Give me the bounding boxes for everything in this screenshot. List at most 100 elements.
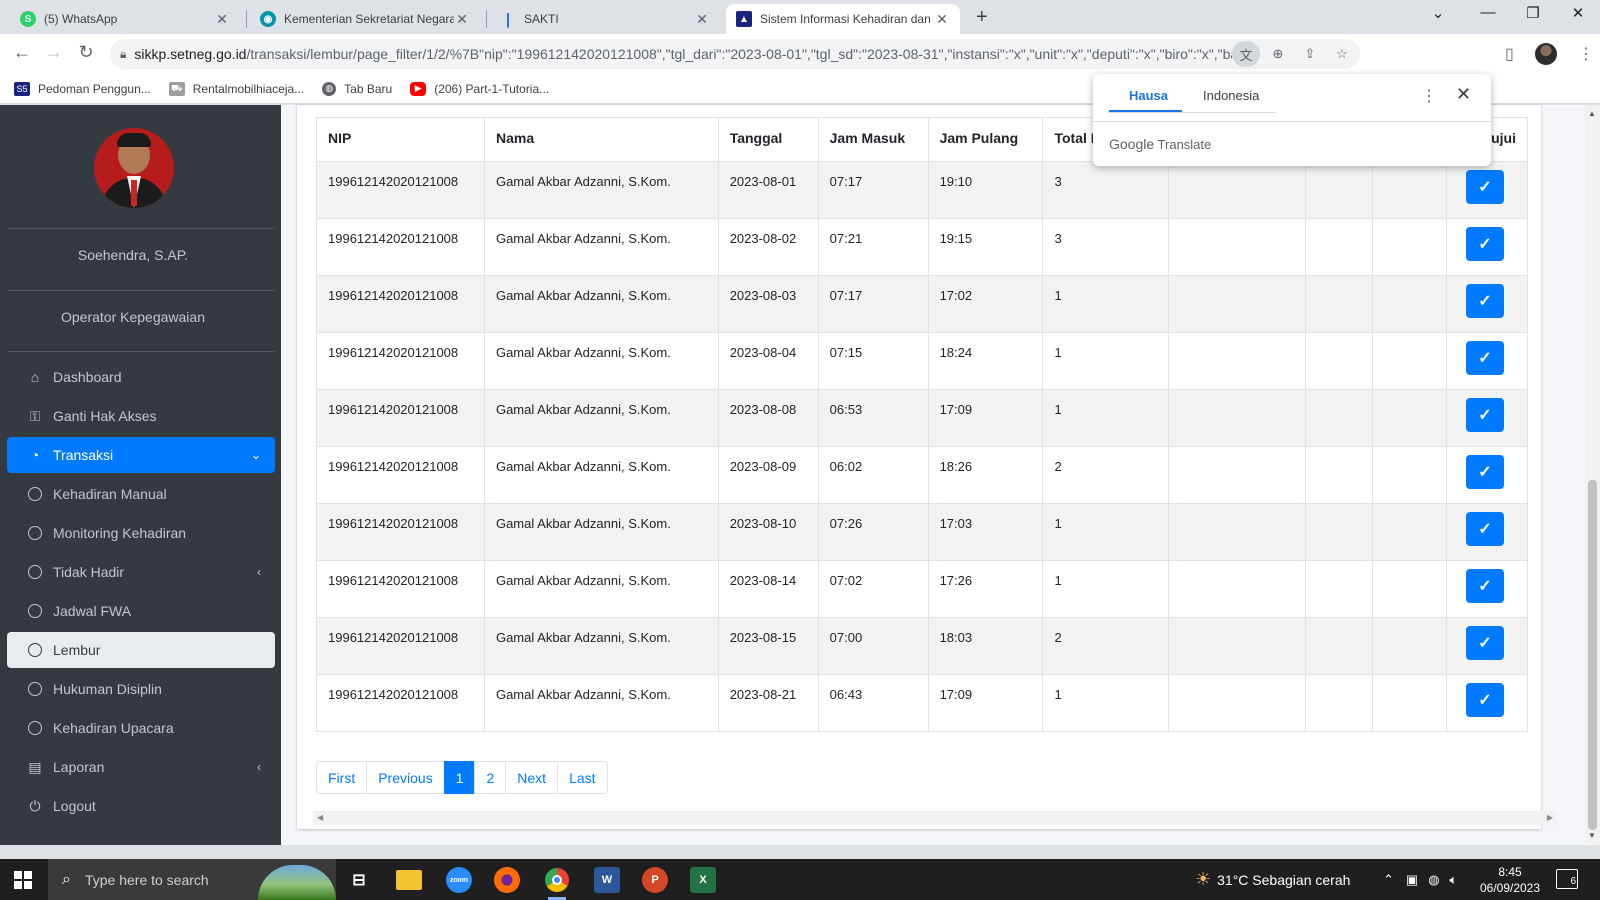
chrome-icon[interactable] — [544, 867, 570, 900]
meet-now-icon[interactable]: ▣ — [1406, 872, 1418, 888]
menu-kebab-icon[interactable]: ⋮ — [1578, 44, 1594, 64]
sidebar-item-monitoring-kehadiran[interactable]: Monitoring Kehadiran — [7, 515, 275, 551]
scroll-left-icon[interactable]: ◀ — [317, 813, 323, 822]
approve-button[interactable]: ✓ — [1465, 341, 1504, 375]
bookmark-item[interactable]: ⛟ Rentalmobilhiaceja... — [168, 81, 304, 96]
close-icon[interactable]: ✕ — [934, 11, 950, 28]
close-icon[interactable]: ✕ — [214, 11, 230, 28]
sidebar-item-ganti-hak-akses[interactable]: ⚿ Ganti Hak Akses — [7, 398, 275, 434]
nip-cell: 199612142020121008 — [316, 617, 485, 675]
address-bar[interactable]: 🔒︎ sikkp.setneg.go.id/transaksi/lembur/p… — [110, 39, 1360, 69]
firefox-icon[interactable] — [494, 867, 520, 893]
bookmark-item[interactable]: ▶ (206) Part-1-Tutoria... — [410, 81, 549, 96]
scrollbar-thumb[interactable] — [1588, 480, 1597, 830]
scroll-down-icon[interactable]: ▼ — [1588, 831, 1596, 840]
forward-icon[interactable]: → — [42, 42, 66, 63]
report-icon: ▤ — [28, 758, 42, 775]
new-tab-icon[interactable]: + — [976, 6, 988, 29]
sidebar-item-hukuman-disiplin[interactable]: Hukuman Disiplin — [7, 671, 275, 707]
youtube-icon: ▶ — [410, 81, 427, 96]
table-row: 199612142020121008 Gamal Akbar Adzanni, S… — [316, 560, 1529, 618]
tab-sikkp[interactable]: ▲ Sistem Informasi Kehadiran dan T ✕ — [726, 4, 960, 34]
side-panel-icon[interactable]: ▯ — [1505, 44, 1514, 64]
approve-button[interactable]: ✓ — [1465, 170, 1504, 204]
taskbar-clock[interactable]: 8:45 06/09/2023 — [1475, 864, 1545, 896]
tab-whatsapp[interactable]: S (5) WhatsApp ✕ — [10, 4, 240, 34]
bookmark-star-icon[interactable]: ☆ — [1328, 41, 1356, 67]
sidebar-item-kehadiran-upacara[interactable]: Kehadiran Upacara — [7, 710, 275, 746]
page-last[interactable]: Last — [557, 761, 608, 794]
more-options-icon[interactable]: ⋮ — [1421, 86, 1437, 106]
search-icon: ⌕ — [62, 870, 71, 888]
word-icon[interactable]: W — [594, 867, 620, 893]
minimize-icon[interactable]: — — [1468, 4, 1508, 21]
horizontal-scrollbar[interactable]: ◀ ▶ — [313, 811, 1557, 825]
empty-cell — [1372, 275, 1447, 333]
approve-button[interactable]: ✓ — [1465, 683, 1504, 717]
approve-button[interactable]: ✓ — [1465, 398, 1504, 432]
bookmark-item[interactable]: ◍ Tab Baru — [322, 81, 392, 96]
share-icon[interactable]: ⇪ — [1296, 41, 1324, 67]
windows-start-icon[interactable] — [14, 871, 32, 889]
page-previous[interactable]: Previous — [366, 761, 445, 794]
vertical-scrollbar[interactable]: ▲ ▼ — [1585, 105, 1600, 845]
close-icon[interactable]: ✕ — [694, 11, 710, 28]
approve-button[interactable]: ✓ — [1465, 626, 1504, 660]
excel-icon[interactable]: X — [690, 867, 716, 893]
tab-sakti[interactable]: ❘ SAKTI ✕ — [490, 4, 720, 34]
empty-cell — [1305, 503, 1374, 561]
translate-tab-source[interactable]: Hausa — [1129, 88, 1168, 103]
table-row: 199612142020121008 Gamal Akbar Adzanni, S… — [316, 674, 1529, 732]
close-icon[interactable]: ✕ — [1456, 84, 1471, 105]
url-text[interactable]: sikkp.setneg.go.id/transaksi/lembur/page… — [134, 46, 1232, 62]
restore-icon[interactable]: ❐ — [1513, 4, 1553, 22]
task-view-icon[interactable]: ⊟ — [346, 867, 372, 893]
sidebar-item-dashboard[interactable]: ⌂ Dashboard — [7, 359, 275, 395]
file-explorer-icon[interactable] — [396, 870, 422, 890]
profile-avatar[interactable] — [1535, 43, 1557, 65]
window-close-icon[interactable]: ✕ — [1558, 4, 1598, 22]
tab-setneg[interactable]: ◉ Kementerian Sekretariat Negara R ✕ — [250, 4, 480, 34]
translate-tab-target[interactable]: Indonesia — [1203, 88, 1259, 103]
sidebar-item-laporan[interactable]: ▤ Laporan ‹ — [7, 749, 275, 785]
show-hidden-icons-icon[interactable]: ⌃ — [1383, 872, 1394, 888]
volume-icon[interactable]: 🔈︎ — [1450, 872, 1458, 888]
zoom-icon[interactable]: zoom — [446, 867, 472, 893]
sidebar-item-jadwal-fwa[interactable]: Jadwal FWA — [7, 593, 275, 629]
zoom-icon[interactable]: ⊕ — [1264, 41, 1292, 67]
bookmark-item[interactable]: S5 Pedoman Penggun... — [14, 81, 151, 96]
taskbar-search[interactable]: ⌕ Type here to search — [48, 859, 336, 900]
nama-cell: Gamal Akbar Adzanni, S.Kom. — [483, 446, 719, 504]
reload-icon[interactable]: ↻ — [74, 42, 98, 63]
sidebar-item-transaksi[interactable]: ◔ Transaksi ⌄ — [7, 437, 275, 473]
network-globe-icon[interactable]: ◍ — [1428, 872, 1439, 888]
page-next[interactable]: Next — [505, 761, 559, 794]
empty-cell — [1305, 674, 1374, 732]
approve-button[interactable]: ✓ — [1465, 227, 1504, 261]
empty-cell — [1305, 617, 1374, 675]
scroll-right-icon[interactable]: ▶ — [1547, 813, 1553, 822]
page-first[interactable]: First — [316, 761, 368, 794]
tab-search-icon[interactable]: ⌄ — [1418, 4, 1458, 22]
jam-pulang-cell: 18:26 — [927, 446, 1044, 504]
page-2[interactable]: 2 — [474, 761, 507, 794]
approve-button[interactable]: ✓ — [1465, 569, 1504, 603]
page-1[interactable]: 1 — [443, 761, 476, 794]
scroll-up-icon[interactable]: ▲ — [1588, 109, 1596, 118]
tanggal-cell: 2023-08-08 — [717, 389, 819, 447]
sidebar-item-lembur[interactable]: Lembur — [7, 632, 275, 668]
weather-widget[interactable]: ☀ 31°C Sebagian cerah — [1195, 859, 1350, 900]
sidebar-item-logout[interactable]: ⏻ Logout — [7, 788, 275, 824]
table-row: 199612142020121008 Gamal Akbar Adzanni, S… — [316, 275, 1529, 333]
notification-center-icon[interactable]: 6 — [1556, 869, 1578, 889]
sidebar-item-tidak-hadir[interactable]: Tidak Hadir ‹ — [7, 554, 275, 590]
sidebar-item-kehadiran-manual[interactable]: Kehadiran Manual — [7, 476, 275, 512]
approve-button[interactable]: ✓ — [1465, 512, 1504, 546]
translate-icon[interactable]: 文 — [1232, 41, 1260, 67]
lock-icon[interactable]: 🔒︎ — [120, 47, 126, 62]
back-icon[interactable]: ← — [10, 42, 34, 63]
close-icon[interactable]: ✕ — [454, 11, 470, 28]
approve-button[interactable]: ✓ — [1465, 455, 1504, 489]
approve-button[interactable]: ✓ — [1465, 284, 1504, 318]
powerpoint-icon[interactable]: P — [642, 867, 668, 893]
